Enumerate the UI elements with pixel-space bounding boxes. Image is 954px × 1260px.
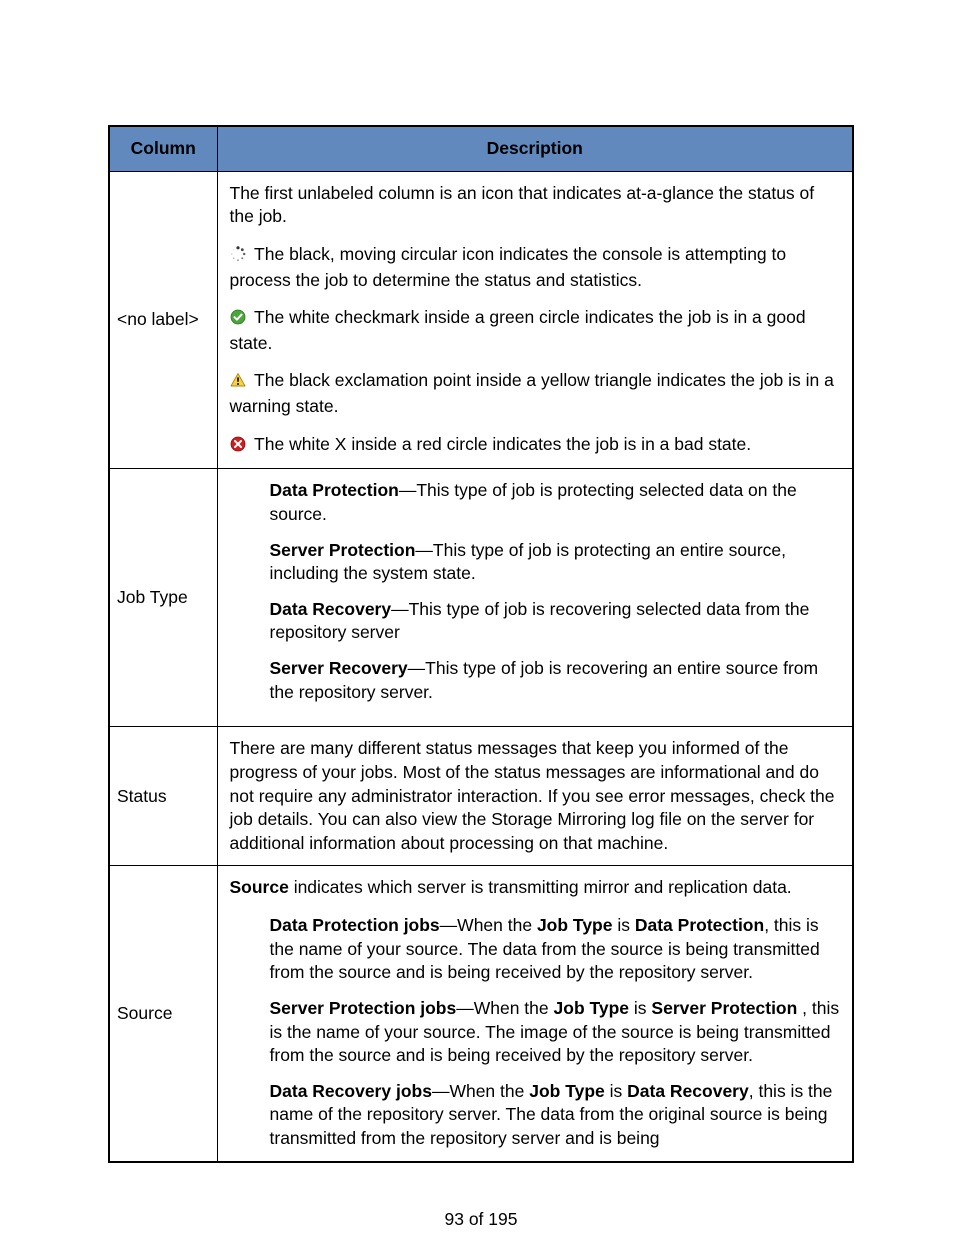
spinner-icon — [230, 245, 246, 269]
term: Source — [230, 877, 289, 897]
row-job-type-desc: Data Protection—This type of job is prot… — [217, 469, 853, 727]
text: —When the — [456, 998, 553, 1018]
term: Data Protection — [635, 915, 764, 935]
text: The black exclamation point inside a yel… — [230, 370, 834, 416]
columns-description-table: Column Description <no label> The first … — [108, 125, 854, 1163]
source-item: Server Protection jobs—When the Job Type… — [270, 997, 843, 1068]
row-status-key: Status — [109, 727, 217, 866]
job-type-item: Server Protection—This type of job is pr… — [270, 539, 843, 586]
term: Job Type — [554, 998, 630, 1018]
table-row: <no label> The first unlabeled column is… — [109, 171, 853, 469]
status-text: There are many different status messages… — [230, 737, 843, 855]
table-row: Job Type Data Protection—This type of jo… — [109, 469, 853, 727]
term: Data Recovery jobs — [270, 1081, 432, 1101]
source-item: Data Protection jobs—When the Job Type i… — [270, 914, 843, 985]
term: Data Recovery — [627, 1081, 749, 1101]
table-row: Source Source indicates which server is … — [109, 866, 853, 1162]
term: Job Type — [537, 915, 613, 935]
table-row: Status There are many different status m… — [109, 727, 853, 866]
term: Data Protection — [270, 480, 399, 500]
term: Server Protection — [270, 540, 416, 560]
warning-triangle-icon — [230, 371, 246, 395]
no-label-spinner: The black, moving circular icon indicate… — [230, 243, 843, 292]
text: is — [605, 1081, 627, 1101]
row-source-key: Source — [109, 866, 217, 1162]
term: Data Protection jobs — [270, 915, 440, 935]
term: Data Recovery — [270, 599, 392, 619]
job-type-item: Server Recovery—This type of job is reco… — [270, 657, 843, 704]
job-type-item: Data Protection—This type of job is prot… — [270, 479, 843, 526]
row-job-type-key: Job Type — [109, 469, 217, 727]
text: —When the — [432, 1081, 529, 1101]
term: Server Protection — [651, 998, 797, 1018]
no-label-error: The white X inside a red circle indicate… — [230, 433, 843, 459]
header-column: Column — [109, 126, 217, 171]
term: Job Type — [529, 1081, 605, 1101]
page-footer: 93 of 195 — [108, 1209, 854, 1230]
page: Column Description <no label> The first … — [0, 0, 954, 1260]
row-no-label-key: <no label> — [109, 171, 217, 469]
row-status-desc: There are many different status messages… — [217, 727, 853, 866]
text: The white X inside a red circle indicate… — [250, 434, 752, 454]
row-source-desc: Source indicates which server is transmi… — [217, 866, 853, 1162]
source-item: Data Recovery jobs—When the Job Type is … — [270, 1080, 843, 1151]
table-header-row: Column Description — [109, 126, 853, 171]
error-circle-icon — [230, 435, 246, 459]
text: The black, moving circular icon indicate… — [230, 244, 787, 290]
no-label-warn: The black exclamation point inside a yel… — [230, 369, 843, 418]
term: Server Recovery — [270, 658, 408, 678]
text: The white checkmark inside a green circl… — [230, 307, 806, 353]
text: is — [629, 998, 651, 1018]
job-type-item: Data Recovery—This type of job is recove… — [270, 598, 843, 645]
term: Server Protection jobs — [270, 998, 457, 1018]
header-description: Description — [217, 126, 853, 171]
text: —When the — [440, 915, 537, 935]
check-circle-icon — [230, 308, 246, 332]
row-no-label-desc: The first unlabeled column is an icon th… — [217, 171, 853, 469]
source-intro: Source indicates which server is transmi… — [230, 876, 843, 900]
text: is — [612, 915, 634, 935]
no-label-check: The white checkmark inside a green circl… — [230, 306, 843, 355]
text: indicates which server is transmitting m… — [289, 877, 792, 897]
no-label-intro: The first unlabeled column is an icon th… — [230, 182, 843, 229]
